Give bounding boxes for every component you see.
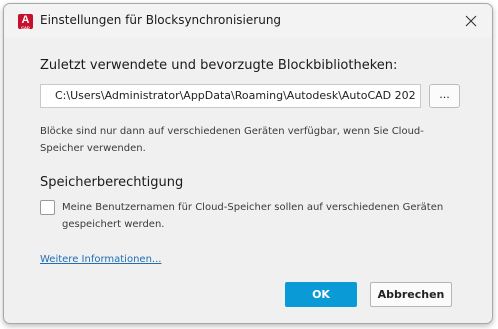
browse-button[interactable]: ...: [429, 84, 460, 108]
close-button[interactable]: [462, 12, 480, 30]
app-icon-caption: CAD: [21, 25, 30, 30]
dialog-window: A CAD Einstellungen für Blocksynchronisi…: [3, 3, 493, 324]
libraries-heading: Zuletzt verwendete und bevorzugte Blockb…: [40, 58, 398, 73]
close-icon: [465, 15, 477, 27]
permission-heading: Speicherberechtigung: [40, 175, 184, 190]
autocad-app-icon: A CAD: [18, 14, 33, 30]
cancel-button[interactable]: Abbrechen: [370, 282, 452, 307]
save-usernames-label[interactable]: Meine Benutzernamen für Cloud-Speicher s…: [62, 199, 462, 233]
library-path-field[interactable]: C:\Users\Administrator\AppData\Roaming\A…: [40, 84, 421, 108]
ok-button[interactable]: OK: [285, 282, 357, 307]
dialog-content: Zuletzt verwendete und bevorzugte Blockb…: [4, 38, 492, 323]
more-info-link[interactable]: Weitere Informationen...: [40, 254, 161, 265]
window-title: Einstellungen für Blocksynchronisierung: [40, 13, 282, 27]
save-usernames-checkbox[interactable]: [40, 200, 55, 215]
cloud-note-text: Blöcke sind nur dann auf verschiedenen G…: [40, 126, 424, 154]
title-bar: A CAD Einstellungen für Blocksynchronisi…: [4, 4, 492, 38]
